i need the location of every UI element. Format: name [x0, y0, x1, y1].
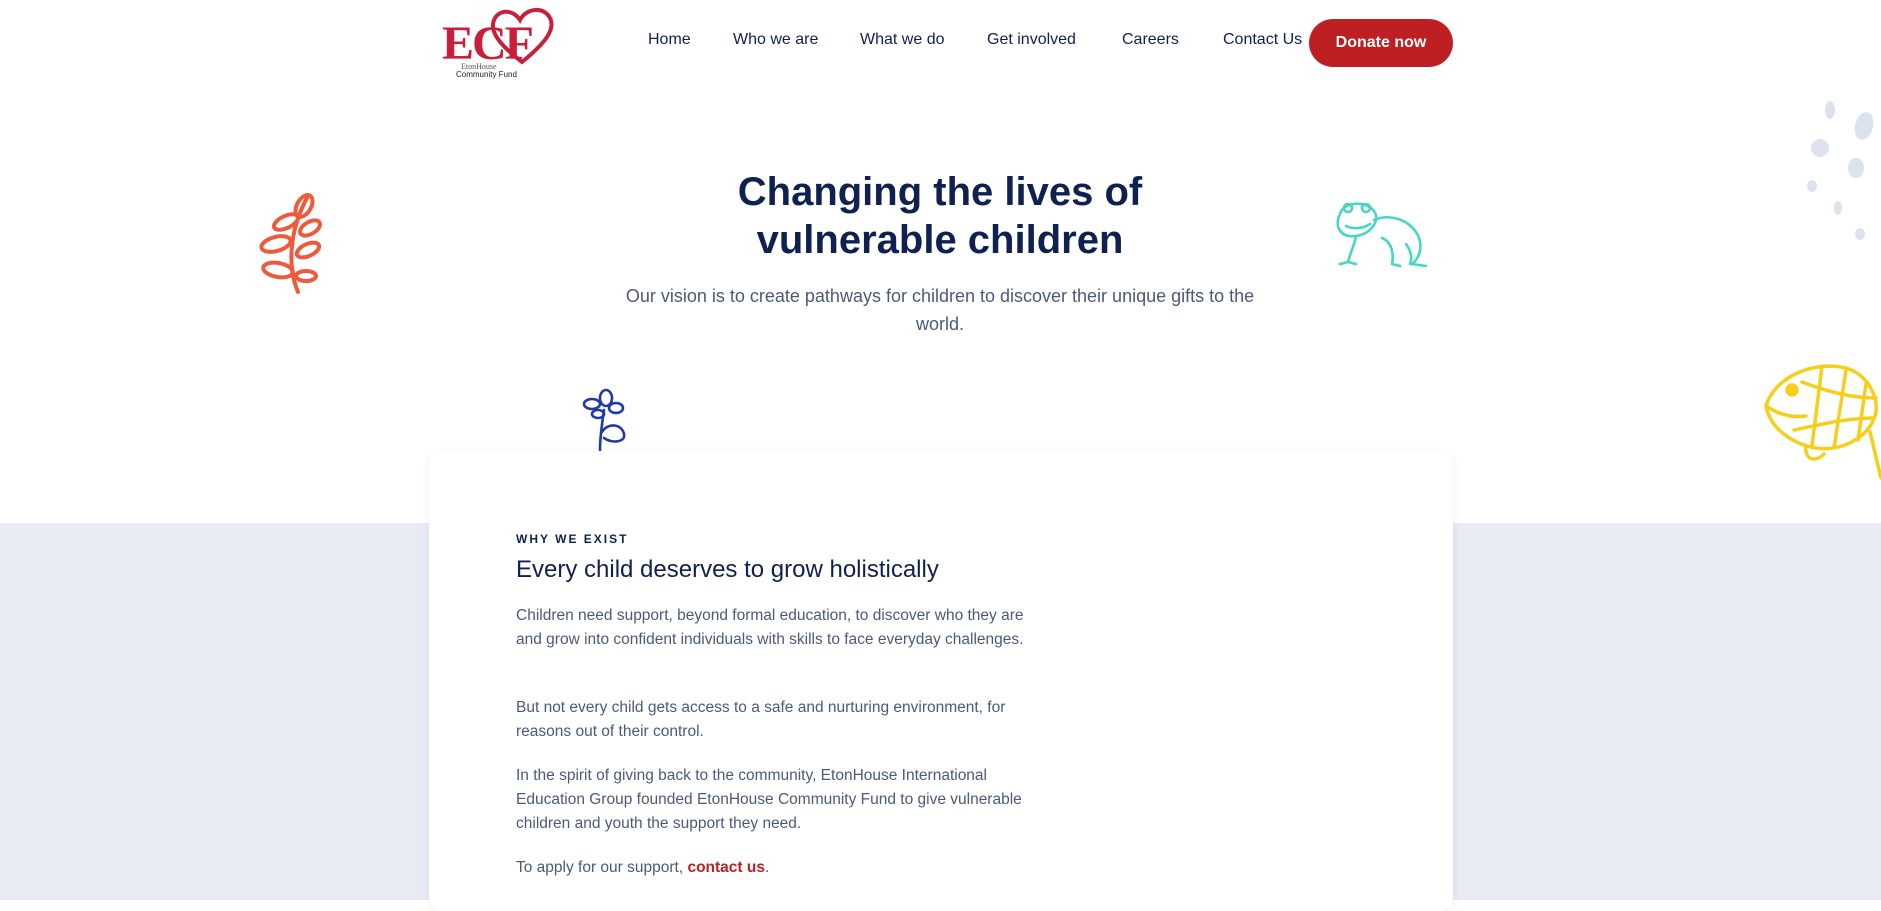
- why-we-exist-card: [429, 451, 1453, 911]
- nav-contact-us[interactable]: Contact Us: [1223, 31, 1302, 49]
- hero-subtitle: Our vision is to create pathways for chi…: [625, 286, 1255, 334]
- paragraph-2: But not every child gets access to a saf…: [516, 699, 1006, 740]
- nav-who-we-are[interactable]: Who we are: [733, 31, 818, 49]
- hero-title: Changing the lives of vulnerable childre…: [640, 168, 1240, 264]
- nav-what-we-do[interactable]: What we do: [860, 31, 944, 49]
- leaf-doodle-icon: [259, 193, 322, 294]
- paragraph-3: In the spirit of giving back to the comm…: [516, 767, 1022, 832]
- paragraph-1: Children need support, beyond formal edu…: [516, 607, 1024, 648]
- hero-title-line-1: Changing the lives of: [737, 170, 1143, 214]
- paragraph-4: To apply for our support, contact us.: [516, 856, 1026, 880]
- frog-doodle-icon: [1336, 202, 1428, 268]
- section-title: Every child deserves to grow holisticall…: [516, 556, 939, 583]
- contact-us-link[interactable]: contact us: [687, 859, 765, 876]
- donate-button[interactable]: Donate now: [1309, 19, 1453, 67]
- nav-get-involved[interactable]: Get involved: [987, 31, 1076, 49]
- flower-doodle-icon: [582, 388, 626, 452]
- logo-subtext-2: Community Fund: [456, 70, 517, 79]
- nav-home[interactable]: Home: [648, 31, 691, 49]
- nav-careers[interactable]: Careers: [1122, 31, 1179, 49]
- hero-title-line-2: vulnerable children: [756, 218, 1124, 262]
- apply-text: To apply for our support,: [516, 859, 688, 876]
- section-eyebrow: WHY WE EXIST: [516, 532, 629, 546]
- fish-doodle-icon: [1764, 364, 1881, 480]
- apply-text-suffix: .: [764, 859, 770, 876]
- dots-doodle-icon: [1807, 101, 1874, 240]
- logo[interactable]: ECF EtonHouse Community Fund: [442, 4, 564, 82]
